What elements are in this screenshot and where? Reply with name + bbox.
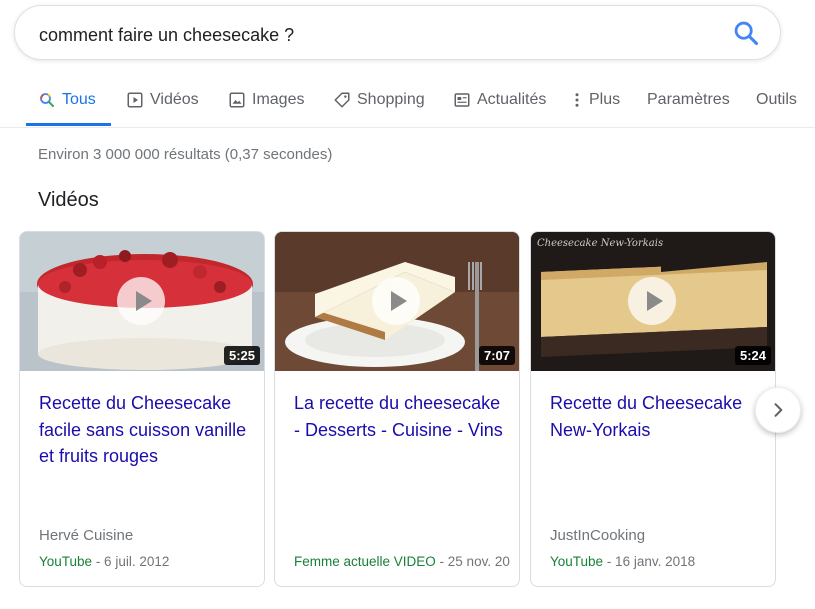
tab-outils[interactable]: Outils (756, 82, 797, 128)
search-tabs: Tous Vidéos Images Shopping Actualités P… (0, 82, 815, 128)
tabs-divider (0, 127, 815, 128)
video-meta: Femme actuelle VIDEO - 25 nov. 20 (294, 554, 510, 569)
video-thumbnail[interactable]: 5:25 (20, 232, 264, 371)
tab-label: Vidéos (150, 91, 199, 108)
video-card[interactable]: 5:25 Recette du Cheesecake facile sans c… (19, 231, 265, 587)
video-icon (127, 92, 143, 108)
video-date: - 6 juil. 2012 (92, 554, 170, 569)
video-duration: 5:24 (734, 346, 771, 365)
tab-label: Paramètres (647, 91, 730, 108)
news-icon (454, 93, 470, 107)
tab-label: Plus (589, 91, 621, 108)
tab-actualites[interactable]: Actualités (453, 82, 546, 128)
tab-images[interactable]: Images (228, 82, 304, 128)
tab-label: Actualités (477, 91, 547, 108)
video-title[interactable]: La recette du cheesecake - Desserts - Cu… (294, 390, 509, 443)
tab-label: Shopping (357, 91, 425, 108)
result-stats: Environ 3 000 000 résultats (0,37 second… (38, 146, 333, 163)
video-title[interactable]: Recette du Cheesecake New-Yorkais (550, 390, 765, 443)
video-meta: YouTube - 16 janv. 2018 (550, 554, 695, 569)
more-vert-icon (575, 93, 579, 107)
video-date: - 16 janv. 2018 (603, 554, 696, 569)
tab-label: Images (252, 91, 305, 108)
search-input[interactable] (39, 23, 699, 47)
tag-icon (334, 92, 350, 108)
video-source: Femme actuelle VIDEO (294, 554, 436, 569)
video-duration: 5:25 (223, 346, 260, 365)
thumb-caption: Cheesecake New-Yorkais (537, 238, 663, 249)
videos-section-title: Vidéos (38, 189, 99, 211)
video-title[interactable]: Recette du Cheesecake facile sans cuisso… (39, 390, 254, 470)
video-meta: YouTube - 6 juil. 2012 (39, 554, 169, 569)
carousel-next-button[interactable] (755, 387, 801, 433)
search-icon (40, 93, 54, 107)
tab-plus[interactable]: Plus (571, 82, 620, 128)
tab-label: Tous (62, 91, 96, 108)
play-icon (628, 277, 676, 325)
video-source: YouTube (39, 554, 93, 569)
video-thumbnail[interactable]: Cheesecake New-Yorkais 5:24 (531, 232, 775, 371)
video-thumbnail[interactable]: 7:07 (275, 232, 519, 371)
video-card[interactable]: 7:07 La recette du cheesecake - Desserts… (274, 231, 520, 587)
tab-videos[interactable]: Vidéos (126, 82, 199, 128)
play-icon (372, 277, 420, 325)
image-icon (229, 92, 245, 108)
play-icon (117, 277, 165, 325)
tab-shopping[interactable]: Shopping (333, 82, 425, 128)
search-icon[interactable] (732, 19, 760, 47)
video-card[interactable]: Cheesecake New-Yorkais 5:24 Recette du C… (530, 231, 776, 587)
tab-parametres[interactable]: Paramètres (647, 82, 730, 128)
video-channel: Hervé Cuisine (39, 527, 134, 544)
video-duration: 7:07 (478, 346, 515, 365)
video-channel: JustInCooking (550, 527, 646, 544)
video-source: YouTube (550, 554, 604, 569)
active-tab-indicator (26, 123, 111, 126)
chevron-right-icon (774, 403, 783, 417)
search-box (14, 5, 781, 60)
tab-tous[interactable]: Tous (38, 82, 96, 128)
video-date: - 25 nov. 20 (435, 554, 510, 569)
tab-label: Outils (756, 91, 797, 108)
